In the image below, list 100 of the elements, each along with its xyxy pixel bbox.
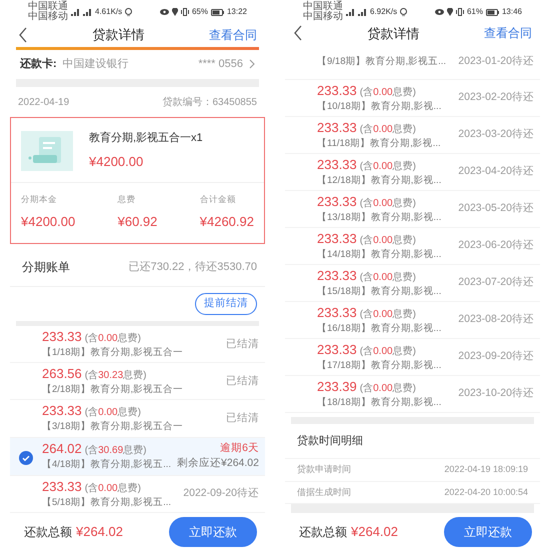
view-contract-link[interactable]: 查看合同 xyxy=(209,26,257,44)
due-date: 2023-07-20待还 xyxy=(458,274,534,290)
summary-value: ¥4200.00 xyxy=(21,212,76,231)
amount-line: 263.56 (含30.23息费) xyxy=(42,366,148,384)
installment-row[interactable]: 233.33 (含0.00息费) 【14/18期】教育分期,影视... 2023-06-20待还 xyxy=(285,228,540,265)
due-date: 2023-04-20待还 xyxy=(458,164,534,179)
amount-line: 233.39 (含0.00息费) xyxy=(317,378,417,396)
pay-now-button[interactable]: 立即还款 xyxy=(169,517,257,548)
detail-label: 贷款申请时间 xyxy=(297,463,351,476)
installment-name: 【17/18期】教育分期,影视... xyxy=(317,358,442,372)
amount-line: 233.33 (含0.00息费) xyxy=(317,82,417,100)
installment-name: 【10/18期】教育分期,影视... xyxy=(317,100,442,113)
battery-icon xyxy=(486,8,499,16)
notification-icon xyxy=(125,8,132,16)
due-date: 2023-01-20待还 xyxy=(458,54,534,69)
installment-name: 【14/18期】教育分期,影视... xyxy=(317,248,442,261)
overdue-text: 逾期6天 xyxy=(219,440,259,456)
notification-icon xyxy=(400,8,408,16)
installment-name: 【12/18期】教育分期,影视... xyxy=(317,174,442,187)
total-label: 还款总额 xyxy=(24,524,72,542)
amount-line: 233.33 (含0.00息费) xyxy=(317,120,417,137)
amount-line: 233.33 (含0.00息费) xyxy=(317,304,417,322)
status-text: 已结清 xyxy=(226,374,259,389)
installment-row[interactable]: 233.33 (含0.00息费) 【13/18期】教育分期,影视... 2023-05-20待还 xyxy=(285,190,540,228)
installment-row[interactable]: 233.33 (含0.00息费) 【15/18期】教育分期,影视... 2023-07-20待还 xyxy=(285,264,540,302)
battery-icon xyxy=(210,8,224,16)
location-icon xyxy=(446,8,453,16)
battery-percent: 61% xyxy=(466,6,483,18)
installment-row[interactable]: 233.33 (含0.00息费) 【1/18期】教育分期,影视五合一 已结清 xyxy=(10,326,265,364)
status-text: 已结清 xyxy=(226,410,259,426)
due-date: 2023-06-20待还 xyxy=(458,238,534,253)
status-text: 已结清 xyxy=(226,336,259,352)
eye-icon xyxy=(160,9,169,16)
amount-line: 233.33 (含0.00息费) xyxy=(317,230,417,248)
total-amount: ¥264.02 xyxy=(76,523,123,542)
due-date: 2023-10-20待还 xyxy=(458,386,534,401)
chevron-right-icon[interactable] xyxy=(249,59,255,70)
due-date: 2023-08-20待还 xyxy=(458,312,534,327)
installment-name: 【15/18期】教育分期,影视... xyxy=(317,284,442,298)
installment-row[interactable]: 233.33 (含0.00息费) 【5/18期】教育分期,影视五... 2022-09-20待还 xyxy=(10,476,265,514)
detail-value: 2022-04-19 18:09:19 xyxy=(444,463,528,476)
installment-row[interactable]: 【9/18期】教育分期,影视五... 2023-01-20待还 xyxy=(285,44,540,80)
location-icon xyxy=(172,8,178,16)
carrier-label: 中国移动 xyxy=(303,12,343,22)
loan-number: 贷款编号：63450855 xyxy=(162,96,257,110)
installment-row[interactable]: 233.33 (含0.00息费) 【12/18期】教育分期,影视... 2023-04-20待还 xyxy=(285,154,540,191)
total-amount: ¥264.02 xyxy=(351,523,398,542)
signal-icon xyxy=(83,8,92,16)
signal-icon xyxy=(346,8,355,16)
check-icon xyxy=(19,450,33,464)
summary-label: 分期本金 xyxy=(21,192,58,206)
loan-date: 2022-04-19 xyxy=(18,96,70,110)
pay-now-button[interactable]: 立即还款 xyxy=(444,517,532,547)
installment-name: 【4/18期】教育分期,影视五... xyxy=(42,458,172,472)
installment-name: 【1/18期】教育分期,影视五合一 xyxy=(42,346,184,360)
carrier-label: 中国移动 xyxy=(28,12,68,22)
section-title: 贷款时间明细 xyxy=(285,424,540,460)
installment-name: 【2/18期】教育分期,影视五合一 xyxy=(42,383,184,396)
section-title: 分期账单 xyxy=(22,259,70,276)
installment-name: 【9/18期】教育分期,影视五... xyxy=(317,55,446,68)
view-contract-link[interactable]: 查看合同 xyxy=(484,24,532,42)
installment-name: 【3/18期】教育分期,影视五合一 xyxy=(42,420,184,434)
installment-row[interactable]: 233.33 (含0.00息费) 【11/18期】教育分期,影视... 2023-03-20待还 xyxy=(285,116,540,154)
clock-time: 13:46 xyxy=(502,6,522,18)
summary-value: ¥60.92 xyxy=(118,212,158,231)
summary-label: 息费 xyxy=(118,192,137,206)
installment-name: 【13/18期】教育分期,影视... xyxy=(317,210,442,224)
page-title: 贷款详情 xyxy=(92,26,146,44)
installment-name: 【5/18期】教育分期,影视五... xyxy=(42,496,172,509)
card-number: **** 0556 xyxy=(198,56,243,72)
summary-label: 合计金额 xyxy=(200,192,237,206)
signal-icon xyxy=(71,8,80,16)
amount-line: 233.33 (含0.00息费) xyxy=(42,479,142,496)
installment-row[interactable]: 233.33 (含0.00息费) 【16/18期】教育分期,影视... 2023-08-20待还 xyxy=(285,302,540,339)
vibrate-icon xyxy=(456,8,464,16)
network-speed: 6.92K/s xyxy=(370,6,398,18)
amount-line: 233.33 (含0.00息费) xyxy=(317,194,417,211)
early-settlement-button[interactable]: 提前结清 xyxy=(195,293,257,315)
installment-row[interactable]: 233.39 (含0.00息费) 【18/18期】教育分期,影视... 2023-10-20待还 xyxy=(285,376,540,413)
installment-name: 【11/18期】教育分期,影视... xyxy=(317,136,441,150)
installment-name: 【16/18期】教育分期,影视... xyxy=(317,322,442,335)
due-date: 2022-09-20待还 xyxy=(183,486,259,502)
back-icon[interactable] xyxy=(293,25,303,42)
installment-row[interactable]: 263.56 (含30.23息费) 【2/18期】教育分期,影视五合一 已结清 xyxy=(10,363,265,400)
back-icon[interactable] xyxy=(18,26,28,43)
amount-line: 233.33 (含0.00息费) xyxy=(317,342,417,359)
installment-row[interactable]: 233.33 (含0.00息费) 【10/18期】教育分期,影视... 2023-02-20待还 xyxy=(285,80,540,117)
signal-icon xyxy=(358,8,367,16)
due-date: 2023-05-20待还 xyxy=(458,200,534,216)
product-price: ¥4200.00 xyxy=(89,153,144,172)
installment-row[interactable]: 233.33 (含0.00息费) 【17/18期】教育分期,影视... 2023-09-20待还 xyxy=(285,338,540,376)
due-date: 2023-09-20待还 xyxy=(458,348,534,364)
battery-percent: 65% xyxy=(192,6,208,18)
remaining-amount: 剩余应还¥264.02 xyxy=(177,456,259,472)
installment-row[interactable]: 264.02 (含30.69息费) 【4/18期】教育分期,影视五... 逾期6天 剩余应还¥264.02 xyxy=(10,438,265,476)
detail-label: 借据生成时间 xyxy=(297,486,351,499)
amount-line: 264.02 (含30.69息费) xyxy=(42,441,148,458)
amount-line: 233.33 (含0.00息费) xyxy=(42,329,142,346)
total-label: 还款总额 xyxy=(299,524,347,541)
amount-line: 233.33 (含0.00息费) xyxy=(42,403,142,420)
